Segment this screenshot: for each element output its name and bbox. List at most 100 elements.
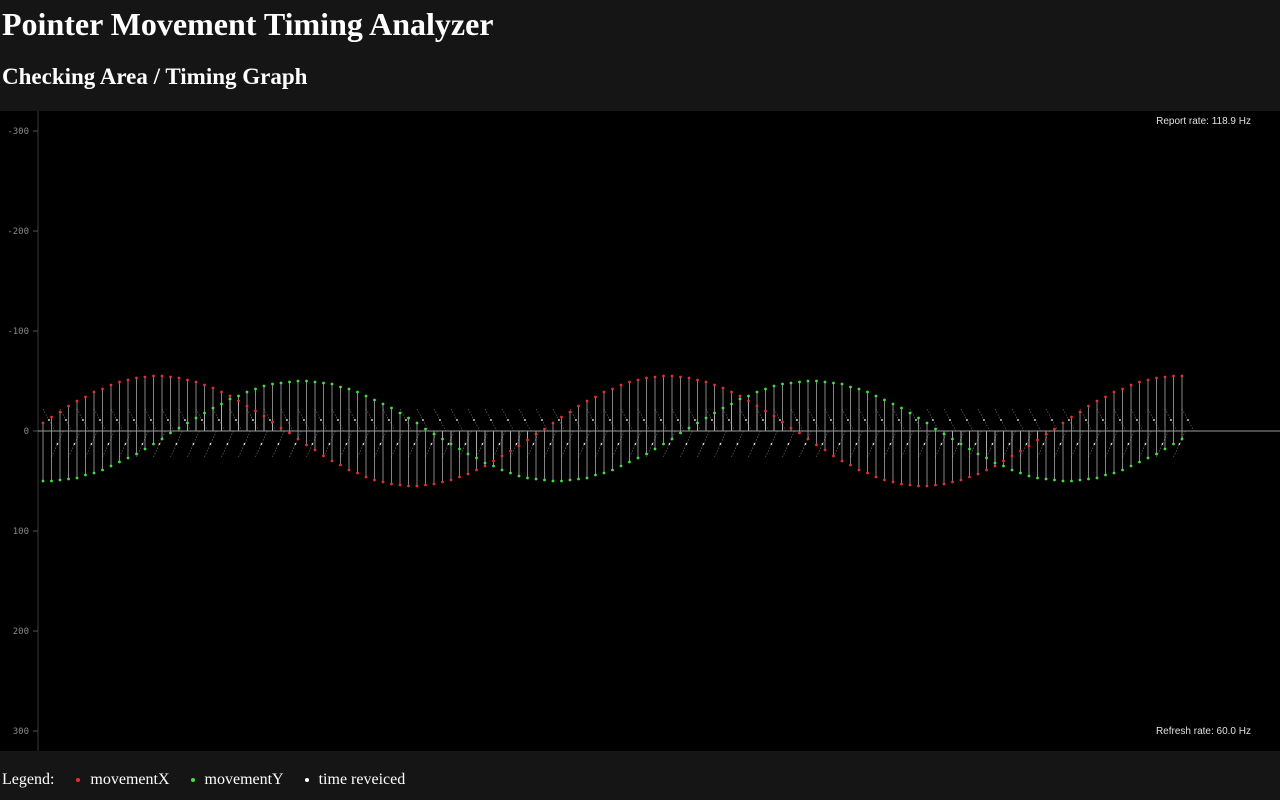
movementy-point [441, 437, 444, 441]
time-received-point [592, 419, 594, 421]
movementx-point [704, 380, 708, 384]
time-received-point [532, 443, 535, 445]
movementy-point [1104, 473, 1107, 477]
movementy-point [662, 442, 665, 446]
movementy-point [288, 380, 291, 384]
time-received-point [643, 419, 645, 421]
movementy-point [551, 479, 555, 483]
movementy-point [58, 478, 62, 482]
time-received-point [490, 419, 492, 421]
movementx-point [254, 409, 257, 413]
time-received-point [983, 419, 985, 421]
movementx-point [526, 438, 529, 442]
legend-item-movementy: movementY [190, 771, 284, 789]
movementy-point [322, 381, 325, 385]
movementy-point [109, 464, 113, 468]
movementx-point [50, 415, 53, 419]
movementy-point [271, 382, 274, 386]
red-dot-icon [76, 778, 81, 782]
time-received-point [753, 443, 756, 445]
refresh-rate-label: Refresh rate: 60.0 Hz [1156, 726, 1251, 737]
time-received-point [422, 419, 424, 421]
time-received-point [770, 443, 773, 445]
movementx-point [313, 448, 317, 452]
movementy-point [458, 447, 461, 451]
movementx-point [1036, 438, 1039, 442]
time-received-point [830, 419, 832, 421]
time-received-point [915, 419, 917, 421]
movementy-point [466, 452, 470, 456]
time-received-point [209, 443, 212, 445]
movementx-point [449, 478, 453, 482]
time-received-point [634, 443, 637, 445]
movementy-point [186, 421, 189, 425]
movementx-point [228, 394, 232, 398]
time-received-point [235, 419, 237, 421]
movementy-point [526, 476, 529, 480]
movementx-point [560, 415, 563, 419]
movementx-point [883, 478, 886, 482]
movementx-point [1010, 454, 1014, 458]
time-received-point [804, 443, 807, 445]
movementx-point [475, 468, 478, 472]
time-received-point [1093, 443, 1096, 445]
movementy-point [1044, 477, 1048, 481]
time-received-point [277, 443, 280, 445]
movementy-point [636, 456, 640, 460]
time-received-point [286, 419, 288, 421]
time-received-point [184, 419, 186, 421]
movementx-point [1078, 410, 1082, 414]
movementx-point [789, 426, 793, 430]
movementy-point [823, 380, 827, 384]
time-received-point [821, 443, 824, 445]
movementx-point [339, 463, 342, 467]
time-received-point [1068, 419, 1070, 421]
movementx-point [849, 463, 852, 467]
movementx-point [857, 468, 861, 472]
movementx-point [92, 390, 96, 394]
movementx-point [322, 454, 325, 458]
movementx-point [458, 475, 461, 479]
movementy-point [738, 397, 742, 401]
movementy-point [1112, 471, 1116, 475]
movementx-point [917, 484, 920, 488]
movementy-point [696, 421, 699, 425]
movementx-point [781, 420, 784, 424]
movementy-point [543, 478, 546, 482]
movementy-point [152, 442, 155, 446]
time-received-point [294, 443, 297, 445]
time-received-point [439, 419, 441, 421]
y-tick-label: -200 [7, 227, 29, 237]
legend-title: Legend: [2, 771, 55, 788]
movementx-point [330, 459, 334, 463]
time-received-point [898, 419, 900, 421]
timing-graph: -300 -200 -100 0 100 200 300 Report rate: 118.… [7, 111, 1280, 751]
movementx-point [798, 431, 801, 435]
movementy-point [891, 402, 895, 406]
movementx-point [296, 437, 300, 441]
time-received-point [668, 443, 671, 445]
movementx-point [1002, 459, 1005, 463]
time-received-point [328, 443, 331, 445]
movementx-point [203, 383, 206, 387]
movementx-point [747, 399, 750, 403]
movementx-point [755, 404, 759, 408]
movementy-point [169, 431, 172, 435]
movementx-point [84, 395, 87, 399]
movementy-point [398, 411, 402, 415]
movementy-point [917, 416, 920, 420]
movementx-point [645, 376, 648, 380]
movementy-point [1061, 479, 1065, 483]
movementy-point [730, 402, 733, 406]
legend-label: movementX [90, 771, 170, 788]
movementx-point [381, 480, 385, 484]
movementx-point [509, 449, 512, 453]
movementx-point [466, 472, 470, 476]
timing-graph-canvas[interactable]: -300 -200 -100 0 100 200 300 Report rate: 118.… [0, 111, 1280, 751]
movementx-point [772, 414, 776, 418]
movementy-point [67, 477, 70, 481]
movementx-point [245, 404, 249, 408]
movementy-point [517, 474, 521, 478]
time-received-point [1051, 419, 1053, 421]
movementx-point [976, 472, 980, 476]
